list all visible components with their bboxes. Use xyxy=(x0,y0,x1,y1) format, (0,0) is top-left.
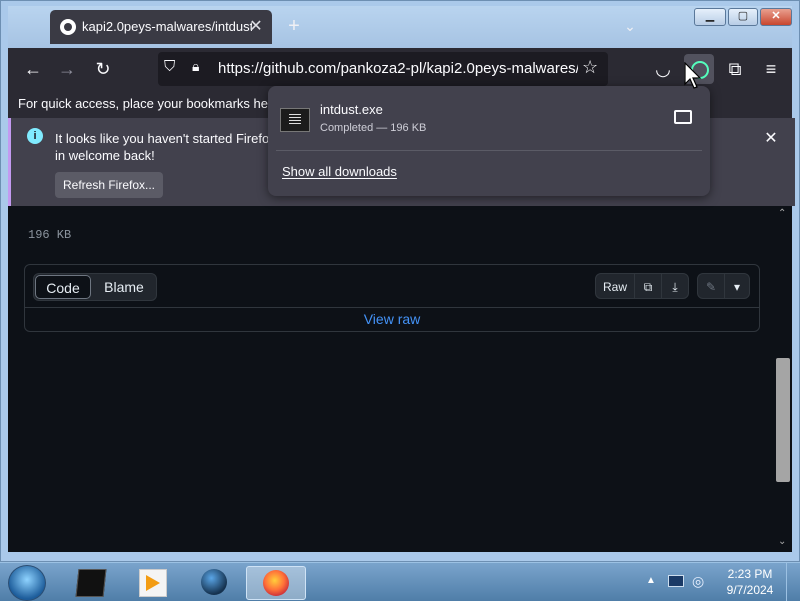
star-icon[interactable]: ☆ xyxy=(582,57,598,78)
taskbar-media-player[interactable] xyxy=(126,566,176,598)
tab-code[interactable]: Code xyxy=(35,275,91,299)
nav-toolbar: ← → ↻ ⛉ 🔒︎ https://github.com/pankoza2-p… xyxy=(8,48,792,90)
close-icon[interactable]: ✕ xyxy=(763,128,779,147)
scrollbar[interactable]: ⌃ ⌄ xyxy=(774,206,792,552)
tab-title: kapi2.0peys-malwares/intdust.e xyxy=(82,19,252,34)
github-icon xyxy=(60,19,76,35)
url-bar[interactable]: ⛉ 🔒︎ https://github.com/pankoza2-pl/kapi… xyxy=(158,52,608,86)
download-status: Completed — 196 KB xyxy=(320,122,427,134)
network-icon[interactable]: ◎ xyxy=(692,573,704,590)
tab-active[interactable]: kapi2.0peys-malwares/intdust.e ✕ xyxy=(50,10,272,44)
pencil-icon[interactable]: ✎ xyxy=(697,273,725,299)
hamburger-icon[interactable]: ≡ xyxy=(758,56,784,82)
notification-text: It looks like you haven't started Firefo… xyxy=(55,131,276,163)
taskbar-network[interactable] xyxy=(188,566,238,598)
taskbar: ▲ ◎ 2:23 PM 9/7/2024 xyxy=(0,562,800,601)
view-raw-link[interactable]: View raw xyxy=(25,311,759,327)
url-text[interactable]: https://github.com/pankoza2-pl/kapi2.0pe… xyxy=(218,60,578,77)
download-raw-icon[interactable]: ⤓ xyxy=(661,273,689,299)
taskbar-cmd[interactable] xyxy=(64,566,114,598)
download-file-name[interactable]: intdust.exe xyxy=(320,102,383,117)
pocket-icon[interactable]: ◡ xyxy=(650,56,676,82)
show-all-downloads-link[interactable]: Show all downloads xyxy=(282,164,397,179)
scroll-up-icon[interactable]: ⌃ xyxy=(778,208,786,219)
copy-icon[interactable]: ⧉ xyxy=(634,273,662,299)
globe-icon xyxy=(201,569,227,595)
firefox-icon xyxy=(263,570,289,596)
scrollbar-thumb[interactable] xyxy=(776,358,790,482)
tab-close-icon[interactable]: ✕ xyxy=(248,16,264,36)
firefox-window: kapi2.0peys-malwares/intdust.e ✕ + ⌄ ▁ ▢… xyxy=(0,0,800,562)
cmd-icon xyxy=(75,569,107,597)
chevron-down-icon[interactable]: ⌄ xyxy=(618,14,642,38)
downloads-panel: intdust.exe Completed — 196 KB Show all … xyxy=(268,86,710,196)
reload-icon[interactable]: ↻ xyxy=(90,56,116,82)
tab-blame[interactable]: Blame xyxy=(94,275,154,299)
clock-date[interactable]: 9/7/2024 xyxy=(720,583,780,597)
new-tab-button[interactable]: + xyxy=(282,14,306,38)
file-viewer: Code Blame Raw ⧉ ⤓ ✎ ▾ View raw xyxy=(24,264,760,332)
forward-icon[interactable]: → xyxy=(54,56,80,82)
show-desktop-button[interactable] xyxy=(786,563,800,601)
maximize-button[interactable]: ▢ xyxy=(728,8,758,26)
refresh-firefox-button[interactable]: Refresh Firefox... xyxy=(55,172,163,198)
taskbar-firefox[interactable] xyxy=(246,566,306,600)
page-content: 196 KB Code Blame Raw ⧉ ⤓ ✎ ▾ View raw xyxy=(8,206,774,552)
divider xyxy=(276,150,702,151)
window-close-button[interactable]: ✕ xyxy=(760,8,792,26)
view-toggle: Code Blame xyxy=(33,273,157,301)
file-size: 196 KB xyxy=(28,228,72,242)
tray-expand-icon[interactable]: ▲ xyxy=(646,575,656,586)
monitor-icon[interactable] xyxy=(668,575,684,587)
info-icon: i xyxy=(27,128,43,144)
extensions-icon[interactable]: ⧉ xyxy=(722,56,748,82)
back-icon[interactable]: ← xyxy=(20,56,46,82)
shield-icon[interactable]: ⛉ xyxy=(164,58,175,75)
scroll-down-icon[interactable]: ⌄ xyxy=(778,536,786,547)
exe-file-icon xyxy=(280,108,310,132)
lock-icon[interactable]: 🔒︎ xyxy=(192,58,199,75)
raw-button[interactable]: Raw xyxy=(595,273,635,299)
bookmarks-hint: For quick access, place your bookmarks h… xyxy=(18,96,298,111)
chevron-down-icon[interactable]: ▾ xyxy=(724,273,750,299)
file-header: Code Blame Raw ⧉ ⤓ ✎ ▾ xyxy=(25,265,759,308)
minimize-button[interactable]: ▁ xyxy=(694,8,726,26)
folder-icon[interactable] xyxy=(674,110,692,124)
windows-start-icon[interactable] xyxy=(8,565,46,601)
media-player-icon xyxy=(139,569,167,597)
clock-time[interactable]: 2:23 PM xyxy=(720,567,780,581)
